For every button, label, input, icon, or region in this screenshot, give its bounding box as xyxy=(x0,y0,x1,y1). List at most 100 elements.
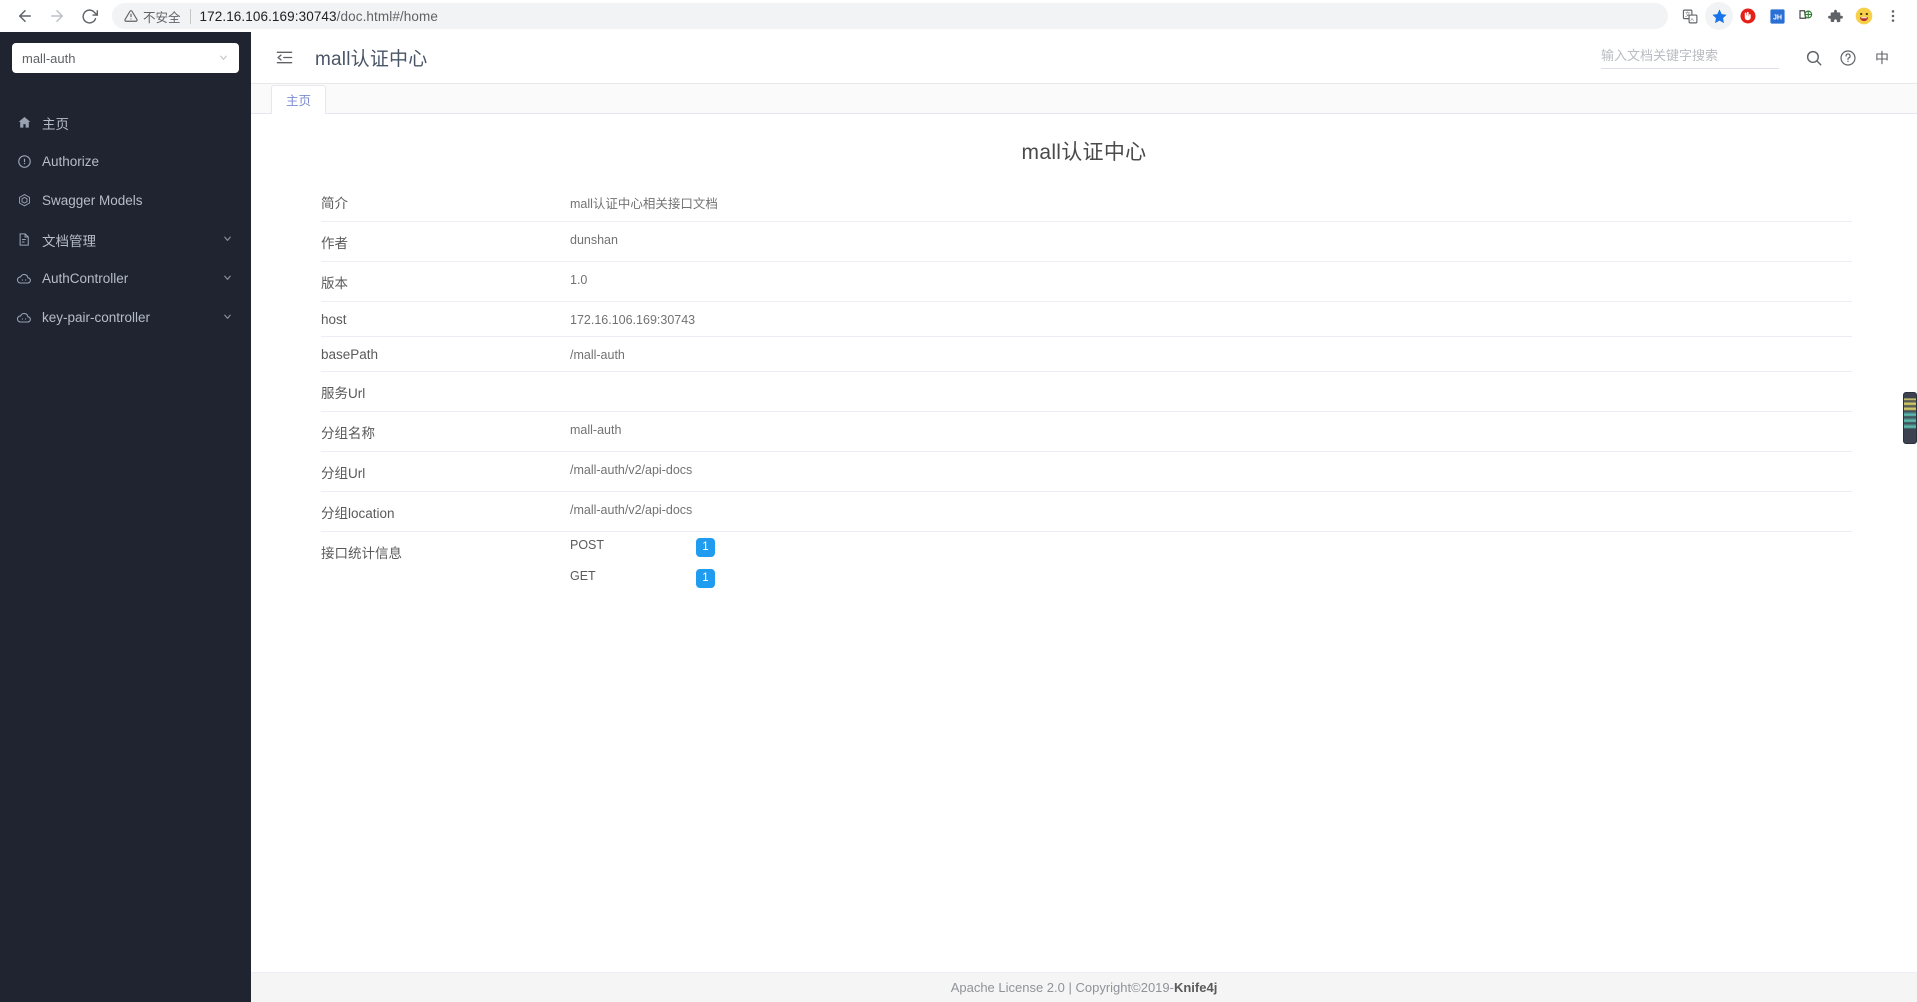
browser-toolbar: 不安全 172.16.106.169:30743/doc.html#/home … xyxy=(0,0,1917,32)
top-bar: mall认证中心 中 xyxy=(251,32,1917,84)
model-icon xyxy=(16,193,32,209)
screenshot-extension-icon[interactable] xyxy=(1792,2,1820,30)
row-key: 分组location xyxy=(321,491,570,532)
row-key: host xyxy=(321,301,570,337)
search-box[interactable] xyxy=(1601,47,1779,69)
security-warning[interactable]: 不安全 xyxy=(124,7,181,26)
table-row: 简介 mall认证中心相关接口文档 xyxy=(321,182,1852,222)
collapse-menu-icon[interactable] xyxy=(273,47,295,69)
api-stats-table: POST 1 GET 1 xyxy=(570,532,1852,594)
footer: Apache License 2.0 | Copyright © 2019- Kn… xyxy=(251,972,1917,1002)
row-value: /mall-auth/v2/api-docs xyxy=(570,451,1852,492)
sidebar-item-label: Swagger Models xyxy=(42,193,143,208)
sidebar-item-document-manage[interactable]: 文档管理 xyxy=(0,220,251,259)
table-row: 服务Url xyxy=(321,371,1852,412)
doc-info-table: 简介 mall认证中心相关接口文档 作者 dunshan 版本 1.0 host… xyxy=(321,182,1852,594)
copyright-icon: © xyxy=(1131,980,1141,995)
chevron-down-icon[interactable] xyxy=(222,311,233,325)
navigation-buttons xyxy=(10,2,104,30)
footer-year: 2019- xyxy=(1140,980,1174,995)
page-root: mall-auth 主页 Authorize Swagger Models 文档… xyxy=(0,32,1917,1002)
footer-brand: Knife4j xyxy=(1173,980,1218,995)
chrome-menu-icon[interactable] xyxy=(1879,2,1907,30)
extensions-puzzle-icon[interactable] xyxy=(1821,2,1849,30)
row-value: mall-auth xyxy=(570,411,1852,452)
row-key: 简介 xyxy=(321,182,570,222)
service-select-value: mall-auth xyxy=(22,50,76,66)
status-badge: 1 xyxy=(696,569,715,588)
translate-icon[interactable]: 文A xyxy=(1676,2,1704,30)
http-method-label: POST xyxy=(570,538,605,552)
table-row: 版本 1.0 xyxy=(321,261,1852,302)
row-value: 172.16.106.169:30743 xyxy=(570,301,1852,337)
chevron-down-icon[interactable] xyxy=(222,233,233,247)
service-select[interactable]: mall-auth xyxy=(12,43,239,73)
chevron-down-icon xyxy=(218,52,229,65)
search-input[interactable] xyxy=(1601,47,1779,63)
sidebar-item-label: 文档管理 xyxy=(42,233,96,249)
sidebar-item-authcontroller[interactable]: AuthController xyxy=(0,259,251,298)
sidebar-item-key-pair-controller[interactable]: key-pair-controller xyxy=(0,298,251,337)
url-host: 172.16.106.169:30743 xyxy=(199,8,337,24)
row-value: 1.0 xyxy=(570,261,1852,302)
row-key: 版本 xyxy=(321,261,570,302)
address-bar[interactable]: 不安全 172.16.106.169:30743/doc.html#/home xyxy=(112,3,1668,29)
row-key: 分组名称 xyxy=(321,411,570,452)
row-value xyxy=(570,371,1852,412)
svg-text:JH: JH xyxy=(1772,13,1781,21)
scrollbar-marker[interactable] xyxy=(1903,392,1917,444)
table-row: 作者 dunshan xyxy=(321,221,1852,262)
reload-button[interactable] xyxy=(74,2,104,30)
jh-extension-icon[interactable]: JH xyxy=(1763,2,1791,30)
help-circle-icon[interactable] xyxy=(1831,41,1865,75)
content-area: mall认证中心 简介 mall认证中心相关接口文档 作者 dunshan 版本… xyxy=(251,114,1917,972)
sidebar-item-label: 主页 xyxy=(42,116,69,132)
table-row: 分组名称 mall-auth xyxy=(321,411,1852,452)
forward-button[interactable] xyxy=(42,2,72,30)
tab-home[interactable]: 主页 xyxy=(271,85,327,114)
stats-row: GET 1 xyxy=(570,563,1852,594)
row-value: /mall-auth/v2/api-docs xyxy=(570,491,1852,532)
document-icon xyxy=(16,232,32,248)
row-key: basePath xyxy=(321,336,570,372)
sidebar-item-authorize[interactable]: Authorize xyxy=(0,142,251,181)
lock-icon xyxy=(16,154,32,170)
doc-heading: mall认证中心 xyxy=(1021,141,1147,164)
search-icon[interactable] xyxy=(1797,41,1831,75)
back-button[interactable] xyxy=(10,2,40,30)
table-row: host 172.16.106.169:30743 xyxy=(321,301,1852,337)
sidebar-item-label: Authorize xyxy=(42,154,100,169)
url-text: 172.16.106.169:30743/doc.html#/home xyxy=(200,9,438,24)
http-method-label: GET xyxy=(570,569,596,583)
http-method-count-cell: 1 xyxy=(696,563,1852,594)
tabs-strip: 主页 xyxy=(251,84,1917,114)
row-value: dunshan xyxy=(570,221,1852,262)
row-value: mall认证中心相关接口文档 xyxy=(570,182,1852,222)
footer-license: Apache License 2.0 | Copyright xyxy=(950,980,1132,995)
table-row-stats: 接口统计信息 POST 1 GET 1 xyxy=(321,532,1852,595)
http-method-count-cell: 1 xyxy=(696,532,1852,563)
page-title: mall认证中心 xyxy=(315,49,428,70)
home-icon xyxy=(16,115,32,131)
sidebar: mall-auth 主页 Authorize Swagger Models 文档… xyxy=(0,32,251,1002)
cloud-icon xyxy=(16,310,32,326)
warning-triangle-icon xyxy=(124,10,138,22)
row-key: 作者 xyxy=(321,221,570,262)
row-value: /mall-auth xyxy=(570,336,1852,372)
bookmark-star-icon[interactable] xyxy=(1705,2,1733,30)
sidebar-item-label: AuthController xyxy=(42,271,129,286)
language-toggle[interactable]: 中 xyxy=(1865,41,1899,75)
adblock-icon[interactable] xyxy=(1734,2,1762,30)
top-bar-actions: 中 xyxy=(1601,41,1899,75)
omnibox-divider xyxy=(189,8,191,24)
sidebar-item-home[interactable]: 主页 xyxy=(0,103,251,142)
sidebar-menu: 主页 Authorize Swagger Models 文档管理 AuthCon… xyxy=(0,103,251,337)
chevron-down-icon[interactable] xyxy=(222,272,233,286)
sidebar-item-swagger-models[interactable]: Swagger Models xyxy=(0,181,251,220)
table-row: 分组Url /mall-auth/v2/api-docs xyxy=(321,451,1852,492)
table-row: 分组location /mall-auth/v2/api-docs xyxy=(321,491,1852,532)
cloud-icon xyxy=(16,271,32,287)
stats-row: POST 1 xyxy=(570,532,1852,563)
browser-extension-icons: 文A JH xyxy=(1676,2,1907,30)
profile-avatar-icon[interactable] xyxy=(1850,2,1878,30)
